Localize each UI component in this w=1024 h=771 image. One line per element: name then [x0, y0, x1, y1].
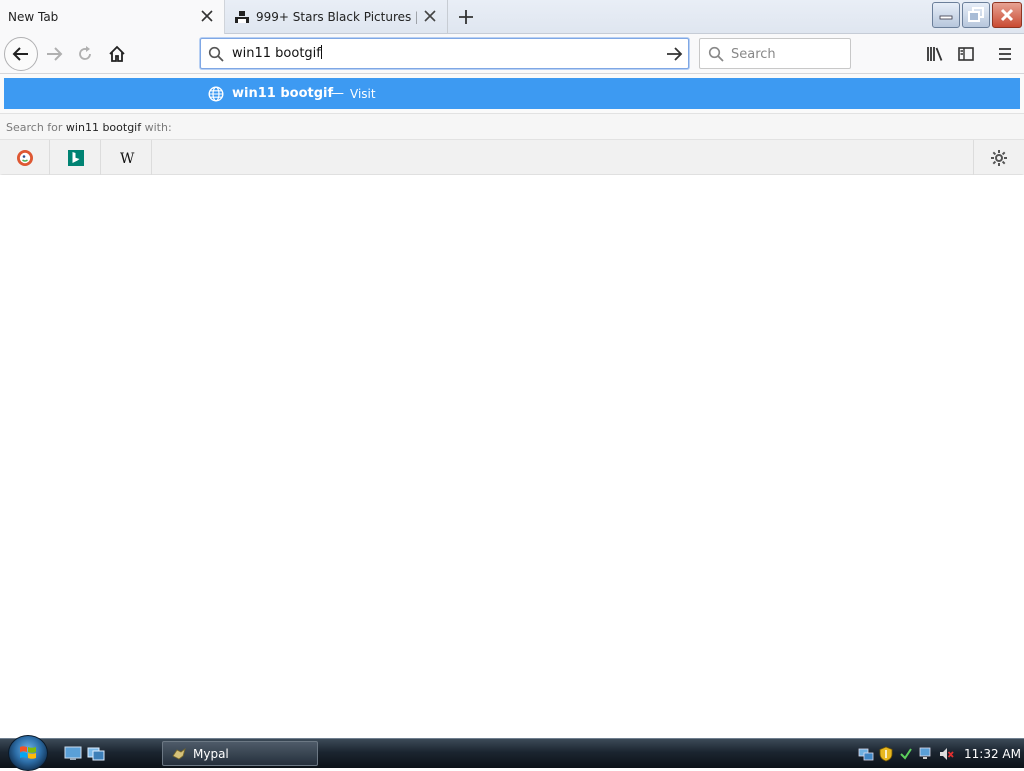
forward-button[interactable] — [39, 39, 69, 69]
gear-icon — [991, 149, 1007, 166]
taskbar-mypal-button[interactable]: Mypal — [162, 741, 318, 766]
new-tab-button[interactable] — [455, 6, 477, 28]
hamburger-icon — [999, 48, 1011, 60]
sidebar-icon — [958, 47, 974, 61]
tab-favicon-icon — [234, 9, 250, 25]
minimize-button[interactable] — [932, 2, 960, 28]
bing-icon — [67, 149, 84, 166]
go-arrow-icon[interactable] — [665, 45, 683, 67]
windows-logo-icon — [20, 746, 36, 759]
restore-icon — [968, 7, 984, 22]
tab-title: 999+ Stars Black Pictures | Dov — [256, 10, 417, 24]
back-button[interactable] — [4, 37, 38, 71]
window-controls — [932, 2, 1022, 28]
result-action-visit: Visit — [350, 87, 376, 101]
system-tray: 11:32 AM — [854, 739, 1024, 769]
menu-button[interactable] — [990, 39, 1020, 69]
update-check-icon[interactable] — [898, 746, 914, 762]
search-placeholder: Search — [731, 47, 776, 62]
minimize-icon — [939, 15, 953, 20]
taskbar-task-label: Mypal — [193, 746, 229, 761]
library-icon — [927, 47, 943, 61]
search-icon — [708, 46, 724, 66]
library-button[interactable] — [920, 39, 950, 69]
start-button[interactable] — [8, 735, 48, 771]
autocomplete-result-row[interactable]: win11 bootgif — Visit — [4, 78, 1020, 109]
restore-button[interactable] — [962, 2, 990, 28]
tab-strip: New Tab 999+ Stars Black Pictures | Dov — [0, 0, 1024, 34]
plus-icon — [459, 10, 473, 24]
network-connection-icon[interactable] — [918, 746, 934, 762]
tab-new-tab[interactable]: New Tab — [0, 0, 225, 34]
search-icon — [208, 46, 224, 66]
close-icon — [1000, 8, 1014, 22]
switch-windows-icon[interactable] — [87, 745, 105, 761]
network-tray-icon[interactable] — [858, 746, 874, 762]
search-box[interactable]: Search — [699, 38, 851, 69]
search-settings-button[interactable] — [973, 140, 1024, 175]
tab-stars-black-pictures[interactable]: 999+ Stars Black Pictures | Dov — [226, 0, 448, 34]
wikipedia-icon: W — [120, 151, 135, 166]
url-bar[interactable]: win11 bootgif — [200, 38, 689, 69]
engine-bing-button[interactable] — [51, 140, 101, 175]
tab-title: New Tab — [8, 10, 59, 24]
forward-arrow-icon — [47, 47, 63, 61]
result-title: win11 bootgif — [232, 86, 334, 101]
taskbar: Mypal 11:32 AM — [0, 735, 1024, 771]
url-input[interactable]: win11 bootgif — [232, 45, 322, 61]
close-tab-icon[interactable] — [200, 9, 214, 23]
engine-wikipedia-button[interactable]: W — [102, 140, 152, 175]
svg-text:W: W — [120, 151, 135, 166]
home-button[interactable] — [102, 39, 132, 69]
window-close-button[interactable] — [992, 2, 1022, 28]
reload-button[interactable] — [70, 39, 100, 69]
home-icon — [109, 45, 125, 62]
globe-icon — [208, 86, 224, 106]
result-separator: — — [331, 86, 344, 101]
close-tab-icon[interactable] — [423, 9, 437, 23]
show-desktop-icon[interactable] — [64, 745, 82, 761]
volume-muted-icon[interactable] — [938, 746, 954, 762]
autocomplete-popup: win11 bootgif — Visit Search for win11 b… — [0, 74, 1024, 175]
mypal-app-icon — [172, 747, 186, 759]
engine-duckduckgo-button[interactable] — [0, 140, 50, 175]
shield-icon[interactable] — [878, 746, 894, 762]
search-for-label: Search for win11 bootgif with: — [0, 113, 1024, 139]
back-arrow-icon — [12, 47, 28, 61]
clock[interactable]: 11:32 AM — [964, 747, 1021, 761]
duckduckgo-icon — [16, 149, 33, 166]
nav-toolbar: win11 bootgif Search — [0, 34, 1024, 74]
search-for-query: win11 bootgif — [65, 121, 142, 134]
one-off-search-engines: W — [0, 139, 1024, 175]
page-content — [0, 175, 1024, 738]
reload-icon — [79, 46, 91, 60]
sidebar-button[interactable] — [951, 39, 981, 69]
